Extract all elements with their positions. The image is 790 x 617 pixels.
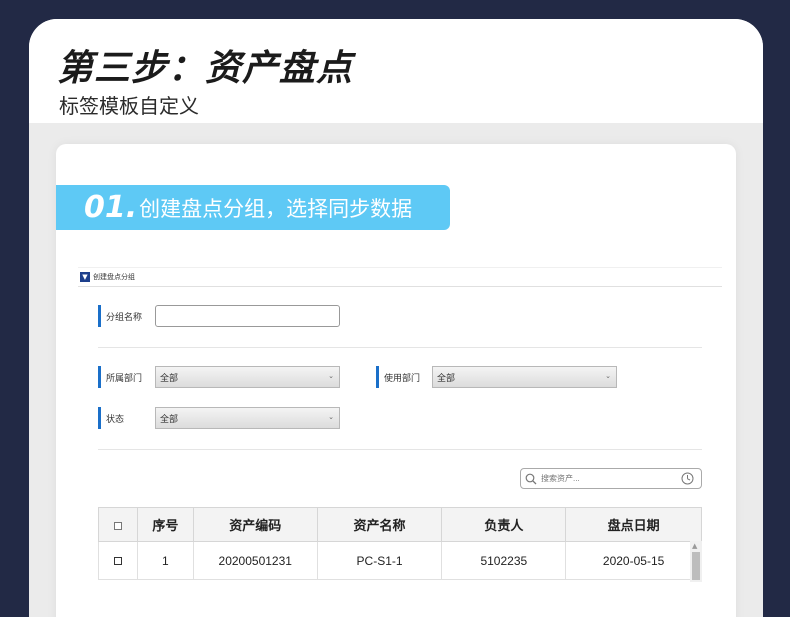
column-header[interactable]: 序号 [136,507,194,542]
group-name-input[interactable] [155,305,340,327]
search-input[interactable] [541,474,679,483]
column-header[interactable]: 资产名称 [316,507,443,542]
scroll-thumb[interactable] [692,552,700,580]
page-title: 第三步：资产盘点 [57,48,354,89]
clock-icon[interactable] [681,472,694,485]
use-dept-select-value: 全部 [437,373,456,384]
search-icon [525,473,537,484]
table-header-row: 序号 资产编码 资产名称 负责人 盘点日期 [98,507,702,542]
scroll-up-icon[interactable]: ▲ [692,543,697,550]
table-cell: 20200501231 [192,541,318,580]
table-cell: PC-S1-1 [316,541,443,580]
chevron-down-icon: ⌄ [328,413,334,421]
table-cell: 1 [136,541,194,580]
step-number: 01. [84,190,138,225]
header: 第三步：资产盘点 标签模板自定义 [29,19,763,123]
dept-label: 所属部门 [98,366,142,388]
window-title: 创建盘点分组 [93,273,135,281]
app-icon: ▼ [80,272,90,282]
table-cell: 5102235 [441,541,567,580]
asset-table: 序号 资产编码 资产名称 负责人 盘点日期 1 20200501231 PC-S… [98,507,702,580]
row-checkbox[interactable] [113,557,122,566]
status-label: 状态 [98,407,124,429]
column-header[interactable]: 负责人 [441,507,567,542]
column-header[interactable]: 盘点日期 [565,507,702,542]
use-dept-label: 使用部门 [376,366,420,388]
page-subtitle: 标签模板自定义 [59,94,199,118]
window-titlebar: ▼ 创建盘点分组 [78,267,722,287]
row-select-cell[interactable] [98,541,138,580]
group-name-label: 分组名称 [98,305,142,327]
select-all-checkbox[interactable] [113,521,122,530]
search-box[interactable] [520,468,702,489]
dept-select-value: 全部 [160,373,179,384]
status-select-value: 全部 [160,414,179,425]
step-banner: 01. 创建盘点分组，选择同步数据 [56,185,450,230]
chevron-down-icon: ⌄ [328,372,334,380]
table-row[interactable]: 1 20200501231 PC-S1-1 5102235 2020-05-15 [98,541,702,580]
use-dept-select[interactable]: 全部 ⌄ [432,366,617,388]
table-cell: 2020-05-15 [565,541,702,580]
step-text: 创建盘点分组，选择同步数据 [139,196,413,221]
column-header[interactable]: 资产编码 [192,507,318,542]
status-select[interactable]: 全部 ⌄ [155,407,340,429]
chevron-down-icon: ⌄ [605,372,611,380]
select-all-header[interactable] [98,507,138,542]
divider [98,347,702,348]
table-scrollbar[interactable]: ▲ [690,541,702,582]
divider [98,449,702,450]
dept-select[interactable]: 全部 ⌄ [155,366,340,388]
